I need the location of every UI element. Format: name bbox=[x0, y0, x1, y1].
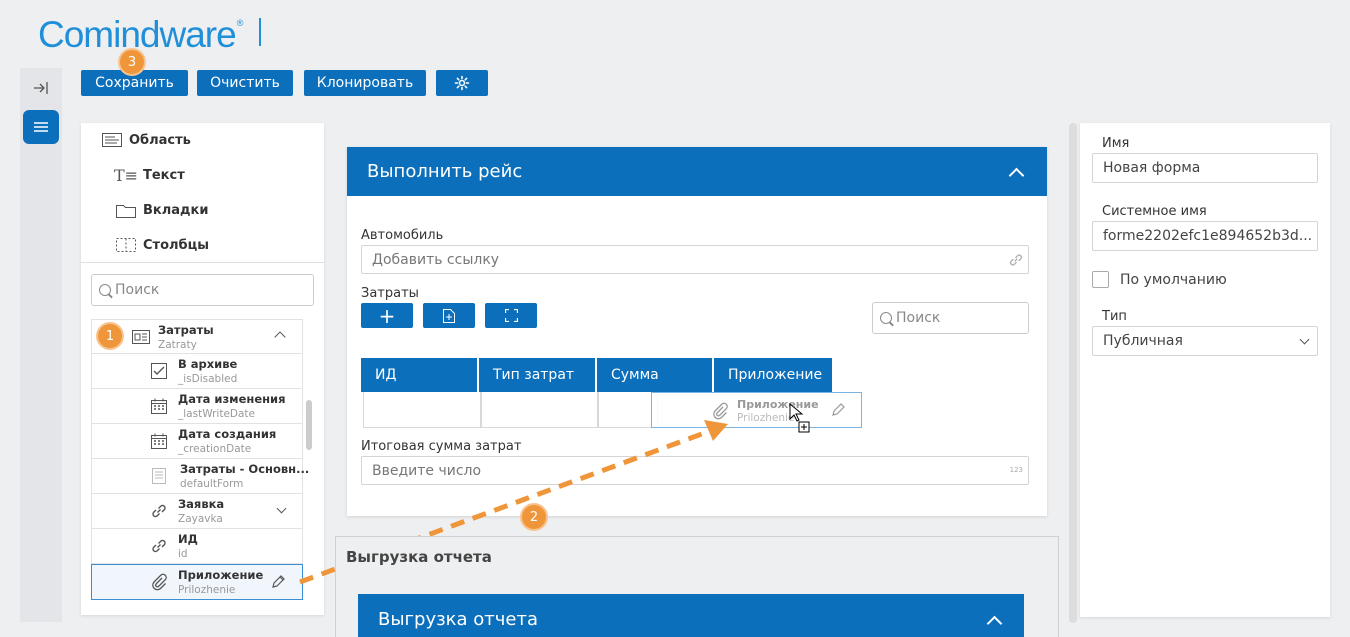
prop-label-type: Тип bbox=[1102, 309, 1127, 324]
sysname-input[interactable]: forme2202efc1e894652b3d... bbox=[1092, 221, 1318, 251]
chevron-up-icon[interactable] bbox=[986, 615, 1003, 632]
chevron-down-icon bbox=[1299, 334, 1310, 345]
step-badge-2: 2 bbox=[520, 503, 548, 531]
default-checkbox-label: По умолчанию bbox=[1120, 272, 1227, 288]
name-value: Новая форма bbox=[1103, 160, 1201, 176]
canvas-scrollbar[interactable] bbox=[1069, 123, 1077, 623]
form-card-report-header: Выгрузка отчета bbox=[358, 594, 1024, 637]
section-title: Выгрузка отчета bbox=[346, 548, 492, 566]
type-select[interactable]: Публичная bbox=[1092, 326, 1318, 356]
prop-label-sysname: Системное имя bbox=[1102, 204, 1207, 219]
type-value: Публичная bbox=[1103, 333, 1183, 349]
form-card-title: Выгрузка отчета bbox=[378, 608, 539, 630]
sysname-value: forme2202efc1e894652b3d... bbox=[1103, 228, 1313, 244]
default-checkbox[interactable] bbox=[1092, 271, 1109, 288]
name-input[interactable]: Новая форма bbox=[1092, 153, 1318, 183]
properties-panel: Имя Новая форма Системное имя forme2202e… bbox=[1080, 123, 1330, 617]
prop-label-name: Имя bbox=[1102, 136, 1130, 151]
